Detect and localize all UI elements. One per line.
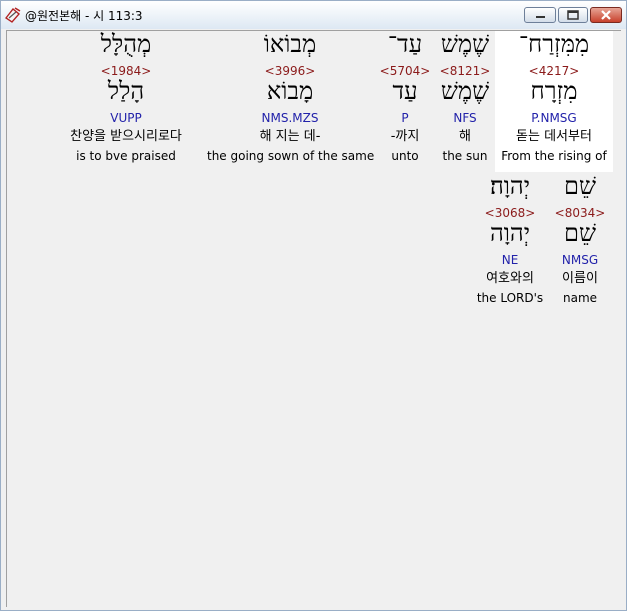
english-gloss: the going sown of the same (207, 149, 375, 163)
hebrew-surface: יְהוָה׃ (489, 172, 531, 200)
korean-gloss: 해 지는 데- (259, 129, 321, 144)
grammar-code: NMS.MZS (261, 111, 319, 125)
hebrew-surface: מְבוֹאוֹ (263, 30, 317, 58)
grammar-code: NE (501, 253, 519, 267)
hebrew-lemma: מִזְרָח (530, 77, 578, 105)
hebrew-lemma: יְהוָה (489, 219, 531, 247)
english-gloss: the LORD's (476, 291, 544, 305)
hebrew-lemma: שֵׁם (564, 219, 596, 247)
strong-number[interactable]: <8121> (437, 64, 493, 78)
hebrew-surface: שֶׁמֶשׁ (440, 30, 490, 58)
word-column-shemesh[interactable]: שֶׁמֶשׁ <8121> שֶׁמֶשׁ NFS 해 the sun (437, 31, 493, 172)
grammar-code: P.NMSG (531, 111, 577, 125)
close-button[interactable] (590, 7, 622, 23)
app-tool-icon[interactable] (4, 6, 22, 24)
korean-gloss: 해 (459, 129, 471, 144)
word-column-yhwh[interactable]: יְהוָה׃ <3068> יְהוָה NE 여호와의 the LORD's (473, 173, 547, 314)
hebrew-surface: עַד־ (387, 30, 423, 58)
korean-gloss: 돋는 데서부터 (516, 129, 592, 144)
korean-gloss: 여호와의 (486, 271, 534, 286)
strong-number[interactable]: <5704> (379, 64, 431, 78)
word-column-ad[interactable]: עַד־ <5704> עַד P -까지 unto (379, 31, 431, 172)
english-gloss: unto (391, 149, 419, 163)
hebrew-lemma: עַד (392, 77, 418, 105)
strong-number[interactable]: <1984> (51, 64, 201, 78)
close-icon (601, 10, 611, 20)
grammar-code: NMSG (561, 253, 599, 267)
grammar-code: P (401, 111, 409, 125)
english-gloss: the sun (442, 149, 488, 163)
word-column-mevoo[interactable]: מְבוֹאוֹ <3996> מָבוֹא NMS.MZS 해 지는 데- t… (207, 30, 375, 172)
minimize-button[interactable] (524, 7, 556, 23)
word-column-mizrach[interactable]: מִמִּזְרַח־ <4217> מִזְרָח P.NMSG 돋는 데서부… (495, 31, 613, 172)
strong-number[interactable]: <3996> (207, 64, 373, 78)
english-gloss: name (562, 291, 598, 305)
interlinear-panel[interactable]: מִמִּזְרַח־ <4217> מִזְרָח P.NMSG 돋는 데서부… (6, 30, 621, 607)
strong-number[interactable]: <4217> (495, 64, 613, 78)
korean-gloss: -까지 (390, 129, 420, 144)
hebrew-surface: שֵׁם (564, 172, 596, 200)
english-gloss: is to bve praised (76, 149, 176, 163)
maximize-icon (567, 10, 579, 20)
grammar-code: VUPP (110, 111, 142, 125)
hebrew-surface: מְהֻלָּל (100, 30, 152, 58)
strong-number[interactable]: <3068> (473, 206, 547, 220)
korean-gloss: 찬양을 받으시리로다 (70, 129, 182, 144)
hebrew-lemma: הָלַל (107, 77, 145, 105)
hebrew-surface: מִמִּזְרַח־ (518, 30, 590, 58)
minimize-icon (536, 16, 545, 18)
title-bar[interactable]: @원전본해 - 시 113:3 (1, 1, 626, 29)
hebrew-lemma: שֶׁמֶשׁ (440, 77, 490, 105)
window-title: @원전본해 - 시 113:3 (25, 9, 143, 23)
grammar-code: NFS (453, 111, 477, 125)
app-window: @원전본해 - 시 113:3 מִמִּזְרַח־ <4217> מִזְר… (0, 0, 627, 611)
word-column-mehullal[interactable]: מְהֻלָּל <1984> הָלַל VUPP 찬양을 받으시리로다 is… (51, 31, 201, 172)
hebrew-lemma: מָבוֹא (266, 77, 314, 105)
maximize-button[interactable] (558, 7, 588, 23)
korean-gloss: 이름이 (562, 271, 598, 286)
strong-number[interactable]: <8034> (551, 206, 609, 220)
english-gloss: From the rising of (501, 149, 607, 163)
word-column-shem[interactable]: שֵׁם <8034> שֵׁם NMSG 이름이 name (551, 173, 609, 314)
